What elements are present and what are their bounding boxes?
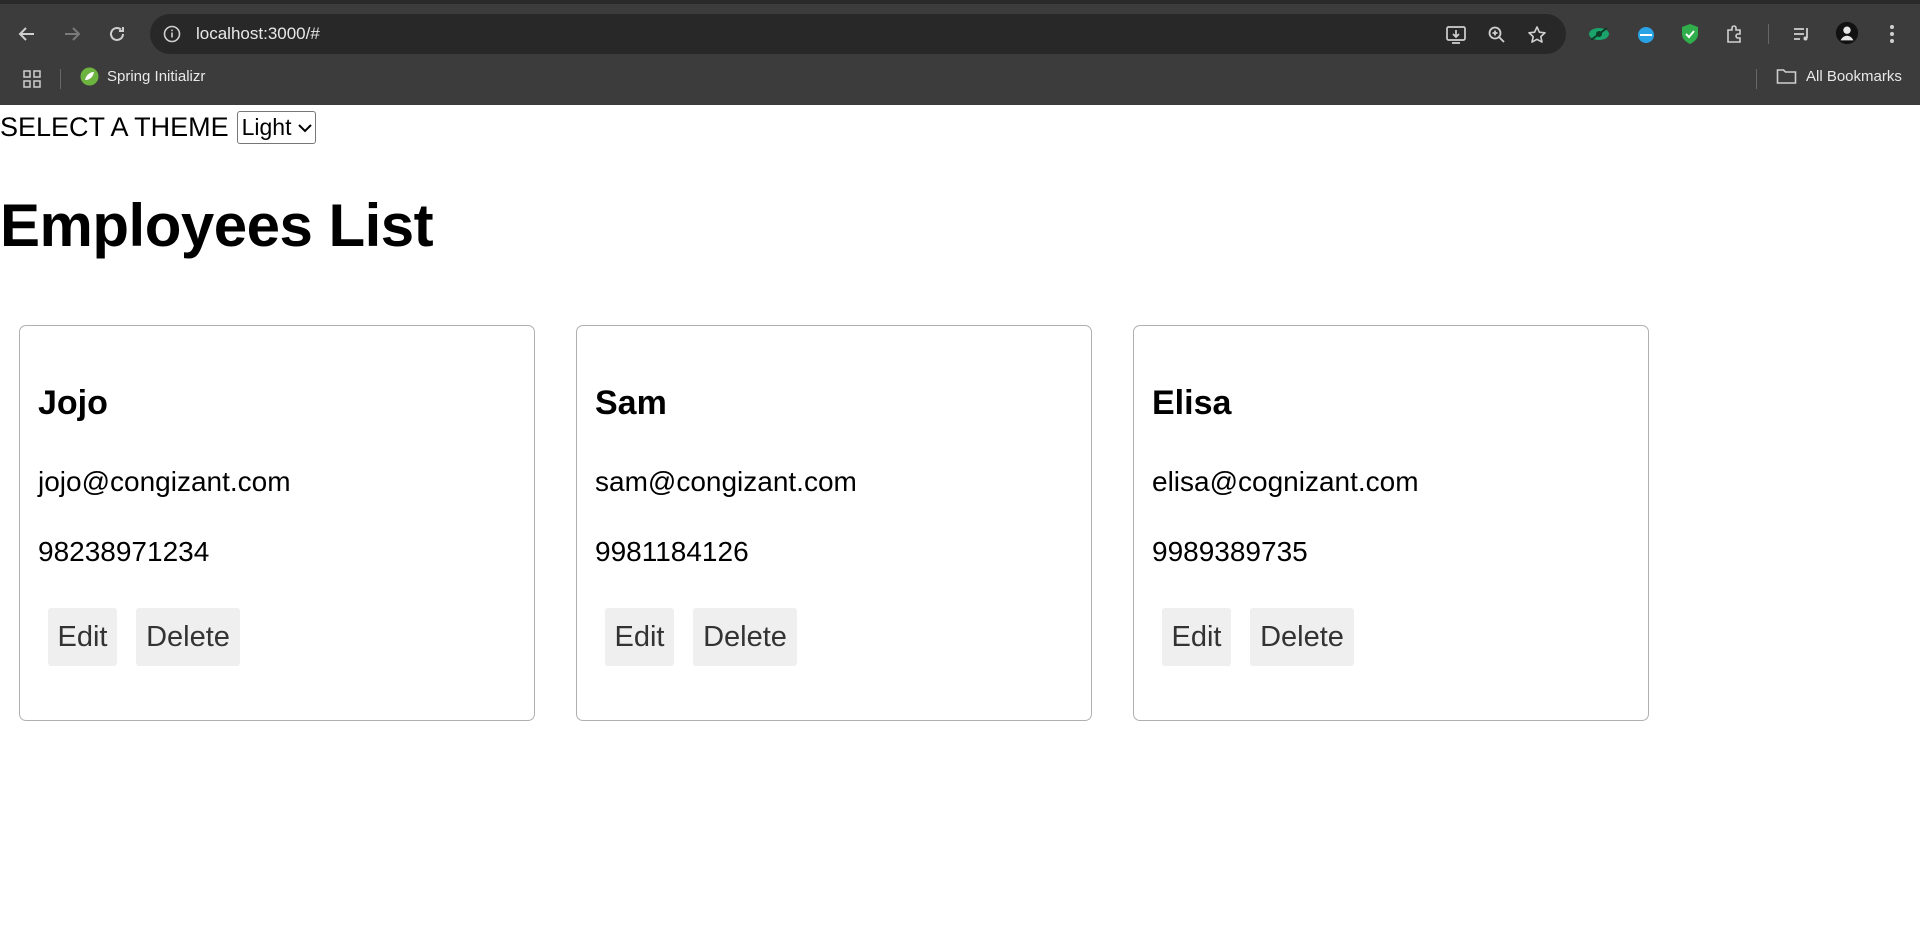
- folder-icon: [1776, 69, 1797, 84]
- profile-avatar[interactable]: [1835, 21, 1859, 45]
- theme-selector-row: SELECT A THEME Light: [0, 111, 317, 144]
- toolbar-divider: [1768, 24, 1769, 44]
- employee-card: Sam sam@congizant.com 9981184126 Edit De…: [576, 325, 1092, 721]
- page-content: SELECT A THEME Light Employees List Jojo…: [0, 105, 1920, 930]
- edit-button[interactable]: Edit: [605, 608, 674, 666]
- employee-name: Jojo: [38, 384, 108, 422]
- bookmark-label: Spring Initializr: [107, 68, 206, 85]
- address-bar[interactable]: localhost:3000/#: [150, 14, 1566, 54]
- employee-phone: 9981184126: [595, 536, 749, 567]
- browser-toolbar: localhost:3000/#: [0, 11, 1920, 57]
- site-info-icon[interactable]: [162, 24, 182, 44]
- theme-selected-value: Light: [241, 114, 292, 140]
- url-text: localhost:3000/#: [196, 24, 320, 43]
- edit-button[interactable]: Edit: [48, 608, 117, 666]
- bookmark-star-icon[interactable]: [1526, 24, 1548, 46]
- tab-strip: [0, 0, 1920, 4]
- delete-button[interactable]: Delete: [1250, 608, 1354, 666]
- employee-card: Jojo jojo@congizant.com 98238971234 Edit…: [19, 325, 535, 721]
- employee-email: sam@congizant.com: [595, 466, 857, 497]
- arrow-right-icon: [65, 27, 81, 41]
- spring-leaf-icon: [80, 67, 99, 86]
- employee-phone: 9989389735: [1152, 536, 1308, 567]
- forward-button[interactable]: [58, 20, 86, 48]
- delete-button[interactable]: Delete: [136, 608, 240, 666]
- bookmarks-bar: Spring Initializr All Bookmarks: [0, 64, 1920, 94]
- reload-icon: [110, 26, 124, 41]
- apps-grid-icon[interactable]: [22, 69, 42, 94]
- all-bookmarks-button[interactable]: All Bookmarks: [1776, 67, 1902, 85]
- chevron-down-icon: [298, 123, 313, 132]
- install-app-icon[interactable]: [1445, 24, 1467, 46]
- eye-extension-icon[interactable]: [1587, 22, 1611, 46]
- puzzle-extensions-icon[interactable]: [1723, 22, 1747, 46]
- employee-email: jojo@congizant.com: [38, 466, 291, 497]
- employee-card: Elisa elisa@cognizant.com 9989389735 Edi…: [1133, 325, 1649, 721]
- bookmark-divider-right: [1756, 69, 1757, 89]
- delete-button[interactable]: Delete: [693, 608, 797, 666]
- all-bookmarks-label: All Bookmarks: [1806, 67, 1902, 85]
- media-queue-icon[interactable]: [1790, 22, 1814, 46]
- browser-chrome: localhost:3000/# Spring Initializr All B…: [0, 0, 1920, 105]
- employee-phone: 98238971234: [38, 536, 210, 567]
- bookmark-divider: [60, 69, 61, 89]
- back-button[interactable]: [13, 20, 41, 48]
- employee-name: Elisa: [1152, 384, 1232, 422]
- zoom-icon[interactable]: [1486, 24, 1508, 46]
- reload-button[interactable]: [103, 20, 131, 48]
- employee-email: elisa@cognizant.com: [1152, 466, 1419, 497]
- theme-label: SELECT A THEME: [0, 112, 229, 142]
- kebab-menu-icon[interactable]: [1880, 22, 1904, 46]
- employee-name: Sam: [595, 384, 667, 422]
- edit-button[interactable]: Edit: [1162, 608, 1231, 666]
- page-title: Employees List: [0, 192, 434, 259]
- arrow-left-icon: [18, 27, 34, 41]
- theme-select[interactable]: Light: [236, 111, 317, 144]
- shield-extension-icon[interactable]: [1678, 22, 1702, 46]
- droplet-extension-icon[interactable]: [1634, 22, 1658, 46]
- bookmark-spring-initializr[interactable]: Spring Initializr: [80, 67, 205, 86]
